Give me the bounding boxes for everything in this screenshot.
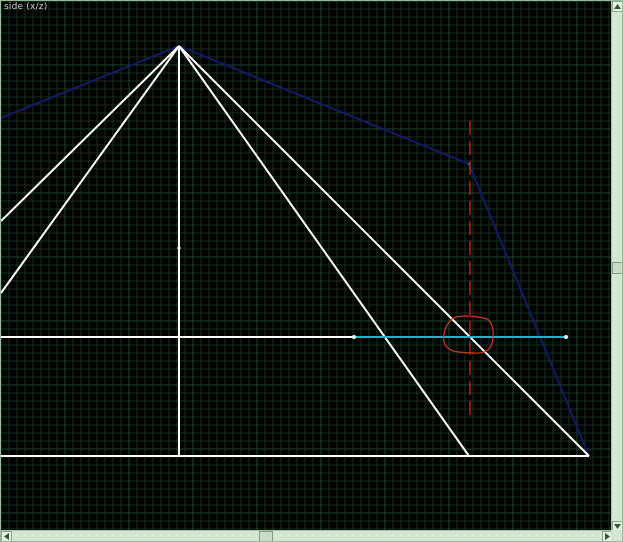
arrow-up-icon — [614, 4, 621, 9]
ray-left-upper — [1, 45, 180, 222]
scrollbar-corner — [611, 530, 622, 541]
viewport-canvas[interactable] — [1, 1, 613, 532]
side-viewport[interactable]: side (x/z) — [0, 0, 623, 542]
arrow-right-icon — [605, 533, 610, 540]
cyan-handle-right[interactable] — [564, 335, 568, 339]
horizontal-scrollbar[interactable] — [1, 530, 613, 541]
vertical-scroll-thumb[interactable] — [612, 262, 622, 274]
cyan-handle-left[interactable] — [352, 335, 356, 339]
horizontal-scroll-thumb[interactable] — [259, 531, 273, 541]
vertical-scrollbar[interactable] — [611, 1, 622, 532]
viewport-title: side (x/z) — [4, 2, 48, 12]
scroll-up-button[interactable] — [612, 1, 622, 12]
arrow-down-icon — [614, 524, 621, 529]
scroll-left-button[interactable] — [1, 531, 12, 541]
arrow-left-icon — [4, 533, 9, 540]
